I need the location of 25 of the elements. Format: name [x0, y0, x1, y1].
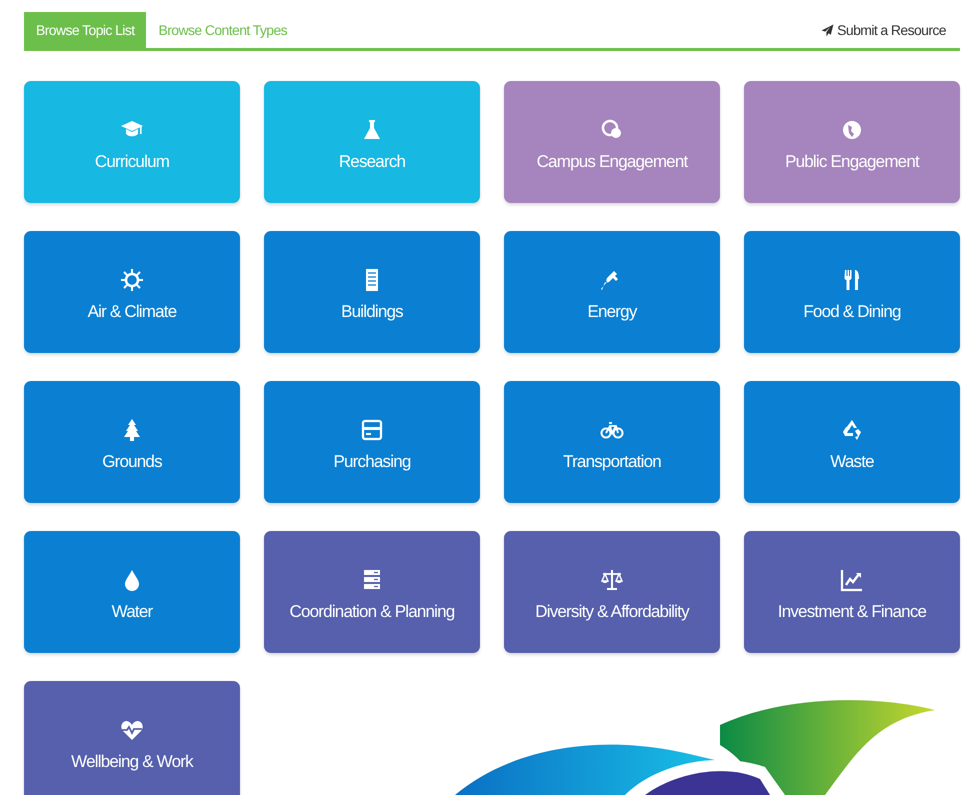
topic-tile[interactable]: Grounds	[24, 381, 240, 503]
topic-tile[interactable]: Transportation	[504, 381, 720, 503]
topic-tile[interactable]: Wellbeing & Work	[24, 681, 240, 795]
topic-tile[interactable]: Diversity & Affordability	[504, 531, 720, 653]
topic-tile[interactable]: Public Engagement	[744, 81, 960, 203]
topic-tile[interactable]: Campus Engagement	[504, 81, 720, 203]
topic-tile[interactable]: Air & Climate	[24, 231, 240, 353]
topic-tile[interactable]: Research	[264, 81, 480, 203]
sun-icon	[120, 268, 144, 292]
recycle-icon	[840, 418, 864, 442]
credit-card-icon	[360, 418, 384, 442]
topic-tile[interactable]: Coordination & Planning	[264, 531, 480, 653]
topic-tile[interactable]: Purchasing	[264, 381, 480, 503]
topic-tile[interactable]: Curriculum	[24, 81, 240, 203]
line-chart-icon	[840, 568, 864, 592]
heartbeat-icon	[120, 718, 144, 742]
topic-tile[interactable]: Investment & Finance	[744, 531, 960, 653]
topic-tile[interactable]: Food & Dining	[744, 231, 960, 353]
topic-tile[interactable]: Waste	[744, 381, 960, 503]
balance-scale-icon	[600, 568, 624, 592]
topic-tile[interactable]: Water	[24, 531, 240, 653]
topic-tile[interactable]: Energy	[504, 231, 720, 353]
topic-tile[interactable]: Buildings	[264, 231, 480, 353]
submit-resource-link[interactable]: Submit a Resource	[821, 12, 960, 48]
tab[interactable]: Browse Topic List	[24, 12, 146, 48]
